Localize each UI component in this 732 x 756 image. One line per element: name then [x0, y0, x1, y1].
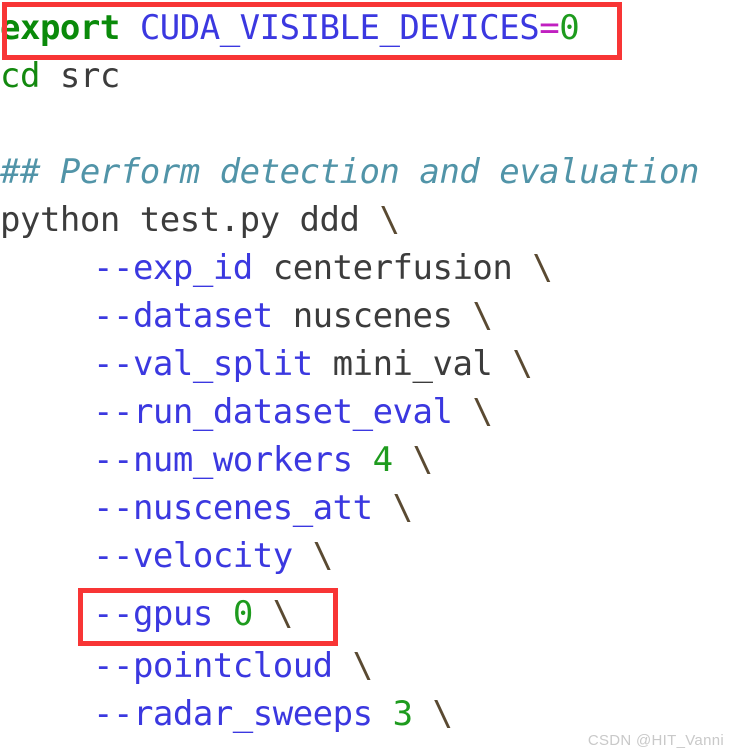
line-exp-id: --exp_id centerfusion \ — [0, 248, 553, 288]
code-block: export CUDA_VISIBLE_DEVICES=0 cd src ## P… — [0, 0, 732, 756]
token-num: 0 — [232, 594, 253, 634]
line-comment: ## Perform detection and evaluation — [0, 152, 699, 192]
line-export: export CUDA_VISIBLE_DEVICES=0 — [0, 8, 580, 48]
token-flag: --num_workers — [93, 440, 353, 480]
line-velocity: --velocity \ — [0, 536, 333, 576]
watermark: CSDN @HIT_Vanni — [587, 732, 724, 749]
token-flag: --dataset — [93, 296, 273, 336]
token-cont: \ — [512, 344, 533, 384]
token-cont: \ — [432, 694, 453, 734]
token-cont: \ — [272, 594, 293, 634]
token-num: 4 — [372, 440, 393, 480]
token-plain: centerfusion — [252, 248, 533, 288]
token-plain: nuscenes — [272, 296, 473, 336]
token-cont: \ — [472, 296, 493, 336]
token-plain: python test.py ddd — [0, 200, 380, 240]
token-num: 0 — [559, 8, 580, 48]
token-plain: src — [39, 56, 120, 96]
line-blank — [0, 104, 20, 144]
token-flag: --radar_sweeps — [93, 694, 373, 734]
line-nuscenes-att: --nuscenes_att \ — [0, 488, 413, 528]
line-gpus: --gpus 0 \ — [0, 594, 293, 634]
token-flag: --exp_id — [93, 248, 253, 288]
token-cont: \ — [379, 200, 400, 240]
token-flag: --pointcloud — [93, 646, 333, 686]
token-num: 3 — [392, 694, 413, 734]
token-plain: mini_val — [312, 344, 513, 384]
token-flag: --nuscenes_att — [93, 488, 373, 528]
token-var: CUDA_VISIBLE_DEVICES — [139, 8, 540, 48]
line-num-workers: --num_workers 4 \ — [0, 440, 433, 480]
token-cont: \ — [472, 392, 493, 432]
token-cont: \ — [352, 646, 373, 686]
line-dataset: --dataset nuscenes \ — [0, 296, 493, 336]
token-flag: --velocity — [93, 536, 293, 576]
line-python: python test.py ddd \ — [0, 200, 400, 240]
token-flag: --val_split — [93, 344, 313, 384]
token-op: = — [539, 8, 560, 48]
token-cont: \ — [392, 488, 413, 528]
token-cont: \ — [412, 440, 433, 480]
token-comment: ## Perform detection and evaluation — [0, 152, 699, 192]
line-pointcloud: --pointcloud \ — [0, 646, 373, 686]
token-cont: \ — [532, 248, 553, 288]
token-flag: --gpus — [93, 594, 213, 634]
token-flag: --run_dataset_eval — [93, 392, 453, 432]
token-builtin: export — [0, 8, 120, 48]
line-cd: cd src — [0, 56, 120, 96]
line-run-dataset-eval: --run_dataset_eval \ — [0, 392, 493, 432]
line-radar-sweeps: --radar_sweeps 3 \ — [0, 694, 453, 734]
token-cont: \ — [312, 536, 333, 576]
token-cmd: cd — [0, 56, 40, 96]
line-val-split: --val_split mini_val \ — [0, 344, 533, 384]
